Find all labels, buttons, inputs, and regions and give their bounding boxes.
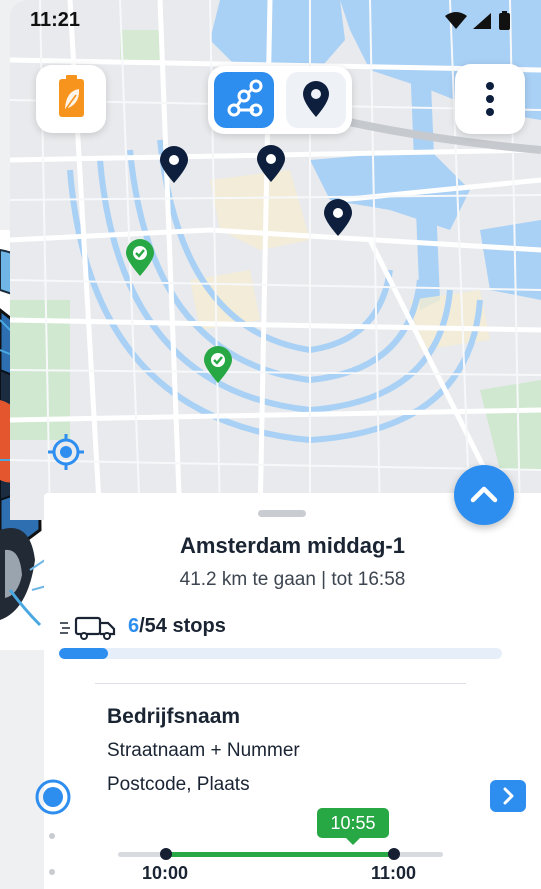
battery-icon [499,11,510,30]
window-end-marker [388,848,400,860]
view-toggle [208,66,352,134]
stops-done-count: 6 [128,615,140,637]
divider [95,683,466,684]
route-sheet: Amsterdam middag-1 41.2 km te gaan | tot… [35,493,541,889]
map-pin-icon [303,81,329,117]
status-time: 11:21 [30,9,81,31]
route-view-button[interactable] [214,72,274,128]
stop-pin-pending[interactable] [157,145,191,185]
stop-pin-pending[interactable] [254,144,288,184]
route-progress-bar [59,648,502,659]
route-title: Amsterdam middag-1 [180,533,405,558]
app-screen: 11:21 Amsterdam middag-1 41.2 km te gaan… [0,0,541,889]
route-summary: 41.2 km te gaan | tot 16:58 [179,569,406,590]
my-location-icon[interactable] [44,430,88,474]
window-start-marker [160,848,172,860]
battery-button[interactable] [36,65,106,133]
more-vertical-icon [486,82,494,116]
stop-company-name: Bedrijfsnaam [107,705,241,728]
stops-total: /54 stops [139,615,226,637]
stop-details-button[interactable] [490,780,526,812]
current-stop-indicator [35,779,71,815]
time-window-fill [166,852,394,857]
stop-street: Straatnaam + Nummer [107,740,300,761]
window-end-time: 11:00 [371,863,417,883]
battery-leaf-icon [59,75,84,117]
chevron-right-icon [503,787,514,805]
stops-view-button[interactable] [286,72,346,128]
window-start-time: 10:00 [142,863,189,883]
cell-signal-icon [473,13,491,29]
stops-counter: 6/54 stops [58,613,226,641]
time-window-track [118,848,443,860]
stops-count-text: 6/54 stops [128,615,226,638]
stop-pin-pending[interactable] [321,198,355,238]
menu-button[interactable] [455,64,525,134]
wifi-icon [445,12,467,29]
sheet-drag-handle[interactable] [258,510,306,517]
check-pin-icon[interactable] [123,238,157,278]
stop-city: Postcode, Plaats [107,774,250,795]
status-bar: 11:21 [0,0,541,40]
route-icon [227,79,263,117]
delivery-truck-icon [60,616,116,640]
expand-sheet-button[interactable] [454,465,514,525]
eta-badge: 10:55 [317,808,389,845]
timeline-dot [49,869,55,875]
check-pin-icon[interactable] [201,345,235,385]
status-icons [443,10,527,37]
route-progress-fill [59,648,109,659]
chevron-up-icon [470,486,498,503]
timeline-dot [49,833,55,839]
